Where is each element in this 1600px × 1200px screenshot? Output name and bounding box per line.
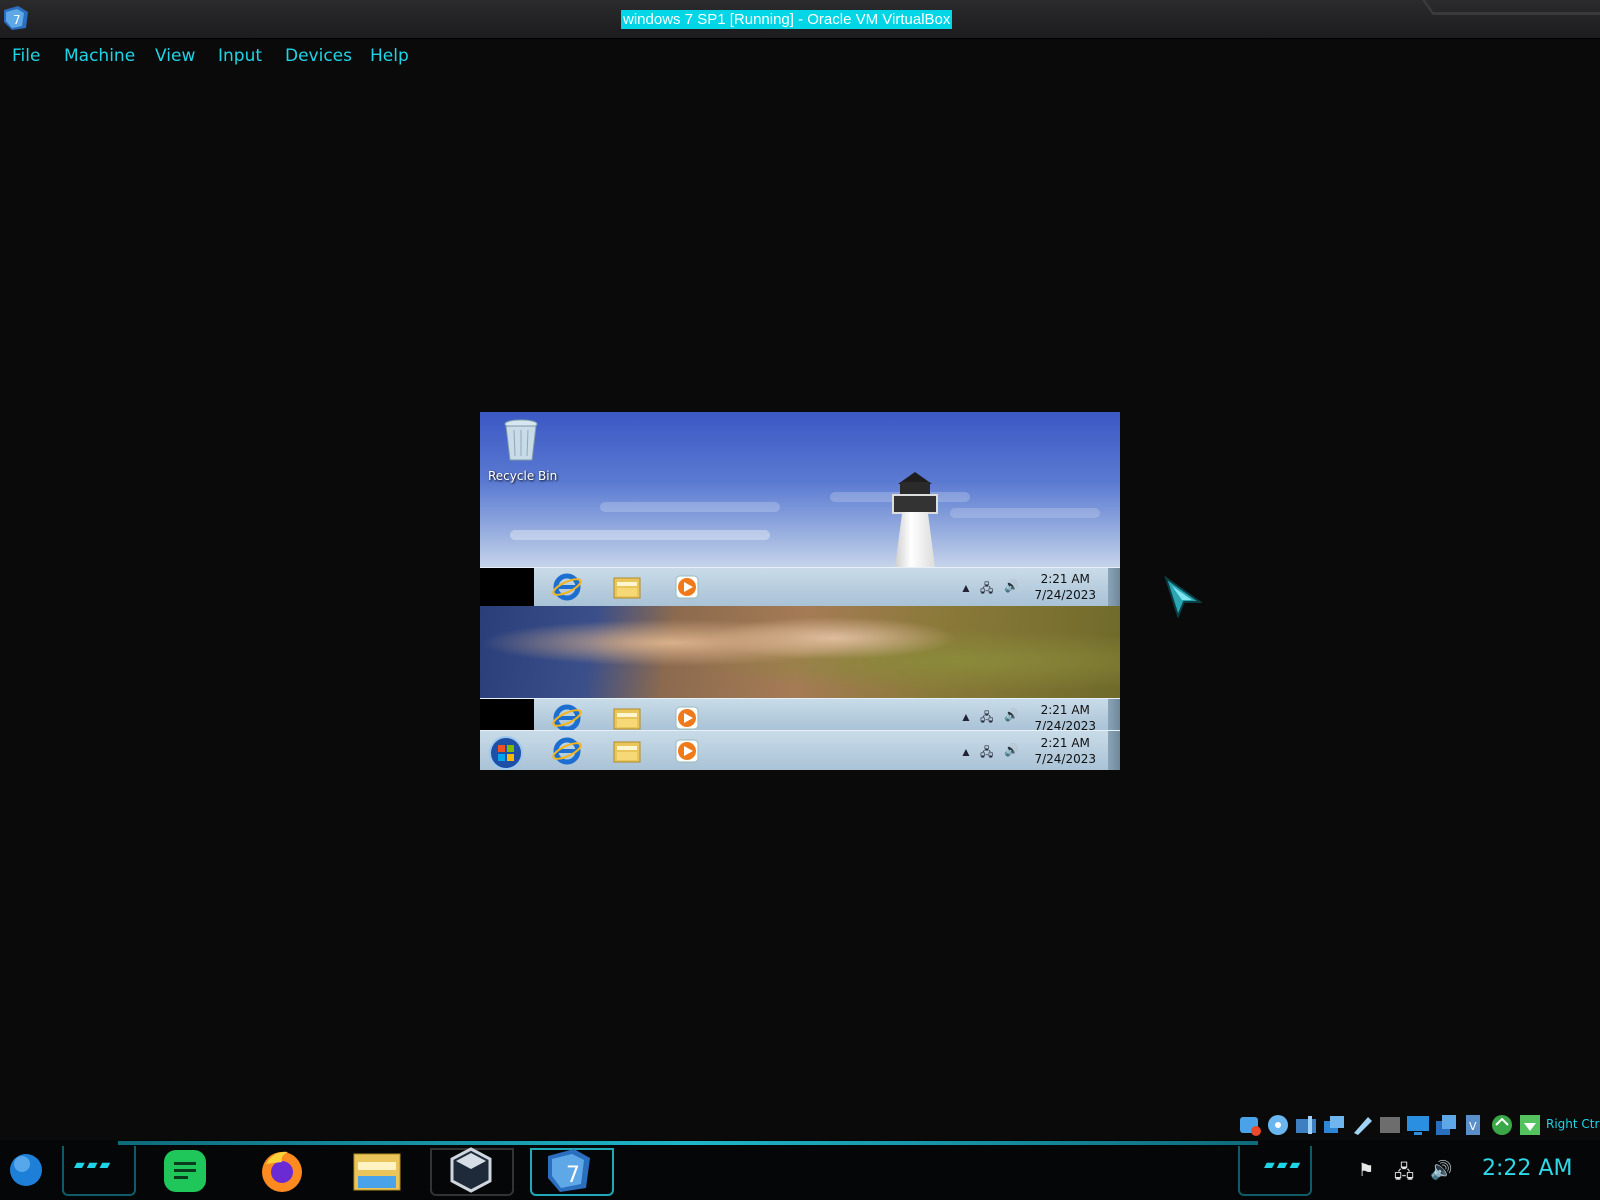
vm-display[interactable]: Recycle Bin ▲ 🖧 🔊 2:21 AM 7/24/2023 ▲ 🖧 … <box>480 412 1120 770</box>
window-title: windows 7 SP1 [Running] - Oracle VM Virt… <box>621 10 953 29</box>
recycle-bin-icon[interactable] <box>502 418 540 464</box>
hard-disk-icon[interactable] <box>1238 1113 1262 1137</box>
guest-date: 7/24/2023 <box>1034 752 1096 766</box>
file-explorer-icon[interactable] <box>352 1146 402 1194</box>
desktop-wallpaper-sky <box>480 412 1120 567</box>
windows-explorer-icon[interactable] <box>612 703 642 731</box>
guest-tray: ▲ 🖧 🔊 2:21 AM 7/24/2023 <box>960 568 1120 606</box>
start-orb-icon[interactable] <box>6 1150 46 1190</box>
taskbar-decor-dots: ▰▰▰ <box>1264 1156 1303 1172</box>
guest-taskbar: ▲ 🖧 🔊 2:21 AM 7/24/2023 <box>480 730 1120 770</box>
guest-taskbar: ▲ 🖧 🔊 2:21 AM 7/24/2023 <box>480 567 1120 606</box>
notes-app-icon[interactable] <box>162 1148 208 1194</box>
audio-icon[interactable] <box>1294 1113 1318 1137</box>
recycle-bin-label[interactable]: Recycle Bin <box>488 469 557 483</box>
svg-text:7: 7 <box>566 1163 580 1188</box>
vm-statusbar: V <box>1238 1113 1546 1137</box>
optical-drive-icon[interactable] <box>1266 1113 1290 1137</box>
menu-input[interactable]: Input <box>218 46 262 66</box>
menu-machine[interactable]: Machine <box>64 46 135 66</box>
show-hidden-icons-arrow[interactable]: ▲ <box>960 745 972 759</box>
guest-tray: ▲ 🖧 🔊 2:21 AM 7/24/2023 <box>960 731 1120 770</box>
guest-time: 2:21 AM <box>1040 703 1090 717</box>
host-key-label: Right Ctrl <box>1546 1117 1600 1131</box>
virtualbox-icon[interactable] <box>448 1146 494 1194</box>
display-icon[interactable] <box>1406 1113 1430 1137</box>
host-clock[interactable]: 2:22 AM <box>1482 1156 1572 1181</box>
network-icon[interactable]: 🖧 <box>980 743 993 764</box>
volume-icon[interactable]: 🔊 <box>1004 708 1019 722</box>
show-desktop-button[interactable] <box>1108 731 1120 770</box>
windows-explorer-icon[interactable] <box>612 572 642 602</box>
media-player-icon[interactable] <box>672 572 702 602</box>
network-icon[interactable]: 🖧 <box>980 708 993 729</box>
virtualbox-vm-icon[interactable]: 7 <box>2 4 30 32</box>
window-titlebar[interactable]: 7 windows 7 SP1 [Running] - Oracle VM Vi… <box>0 0 1600 39</box>
internet-explorer-icon[interactable] <box>552 736 582 766</box>
lighthouse-gallery <box>892 494 938 514</box>
taskbar-decor-dots: ▰▰▰ <box>74 1156 113 1172</box>
windows-explorer-icon[interactable] <box>612 736 642 766</box>
firefox-icon[interactable] <box>258 1146 306 1194</box>
network-icon[interactable] <box>1322 1113 1346 1137</box>
guest-tray: ▲ 🖧 🔊 2:21 AM 7/24/2023 <box>960 699 1120 731</box>
usb-icon[interactable] <box>1350 1113 1374 1137</box>
capture-icon[interactable] <box>1434 1113 1458 1137</box>
internet-explorer-icon[interactable] <box>552 703 582 731</box>
menu-view[interactable]: View <box>155 46 195 66</box>
titlebar-ornament <box>1422 0 1600 15</box>
show-desktop-button[interactable] <box>1108 699 1120 731</box>
desktop-wallpaper-rocks <box>480 606 1120 698</box>
volume-icon[interactable]: 🔊 <box>1430 1160 1452 1181</box>
show-desktop-button[interactable] <box>1108 568 1120 606</box>
mouse-integration-icon[interactable] <box>1518 1113 1542 1137</box>
host-taskbar-accent-line <box>118 1141 1258 1145</box>
lighthouse-tower <box>895 512 935 567</box>
start-orb-icon[interactable] <box>488 735 524 770</box>
guest-clock[interactable]: 2:21 AM 7/24/2023 <box>1034 571 1096 603</box>
menu-help[interactable]: Help <box>370 46 409 66</box>
shared-folders-icon[interactable] <box>1378 1113 1402 1137</box>
media-player-icon[interactable] <box>672 736 702 766</box>
start-area-blank <box>480 699 534 731</box>
guest-date: 7/24/2023 <box>1034 588 1096 602</box>
svg-text:7: 7 <box>13 13 21 27</box>
menu-file[interactable]: File <box>12 46 40 66</box>
guest-additions-icon[interactable] <box>1490 1113 1514 1137</box>
vt-x-icon[interactable]: V <box>1462 1113 1486 1137</box>
mouse-cursor-icon <box>1164 576 1202 618</box>
internet-explorer-icon[interactable] <box>552 572 582 602</box>
start-area-blank <box>480 568 534 606</box>
volume-icon[interactable]: 🔊 <box>1004 579 1019 593</box>
svg-text:V: V <box>1469 1120 1477 1133</box>
guest-clock[interactable]: 2:21 AM 7/24/2023 <box>1034 735 1096 767</box>
guest-taskbar: ▲ 🖧 🔊 2:21 AM 7/24/2023 <box>480 698 1120 731</box>
menu-devices[interactable]: Devices <box>285 46 352 66</box>
virtualbox-vm-icon[interactable]: 7 <box>544 1146 594 1194</box>
media-player-icon[interactable] <box>672 703 702 731</box>
network-icon[interactable]: 🖧 <box>980 579 993 600</box>
network-icon[interactable]: 🖧 <box>1394 1160 1414 1190</box>
show-hidden-icons-arrow[interactable]: ▲ <box>960 581 972 595</box>
guest-clock[interactable]: 2:21 AM 7/24/2023 <box>1034 702 1096 731</box>
flag-icon[interactable]: ⚑ <box>1358 1160 1374 1181</box>
guest-time: 2:21 AM <box>1040 572 1090 586</box>
volume-icon[interactable]: 🔊 <box>1004 743 1019 757</box>
guest-time: 2:21 AM <box>1040 736 1090 750</box>
menu-bar: File Machine View Input Devices Help <box>0 40 1600 74</box>
show-hidden-icons-arrow[interactable]: ▲ <box>960 710 972 724</box>
